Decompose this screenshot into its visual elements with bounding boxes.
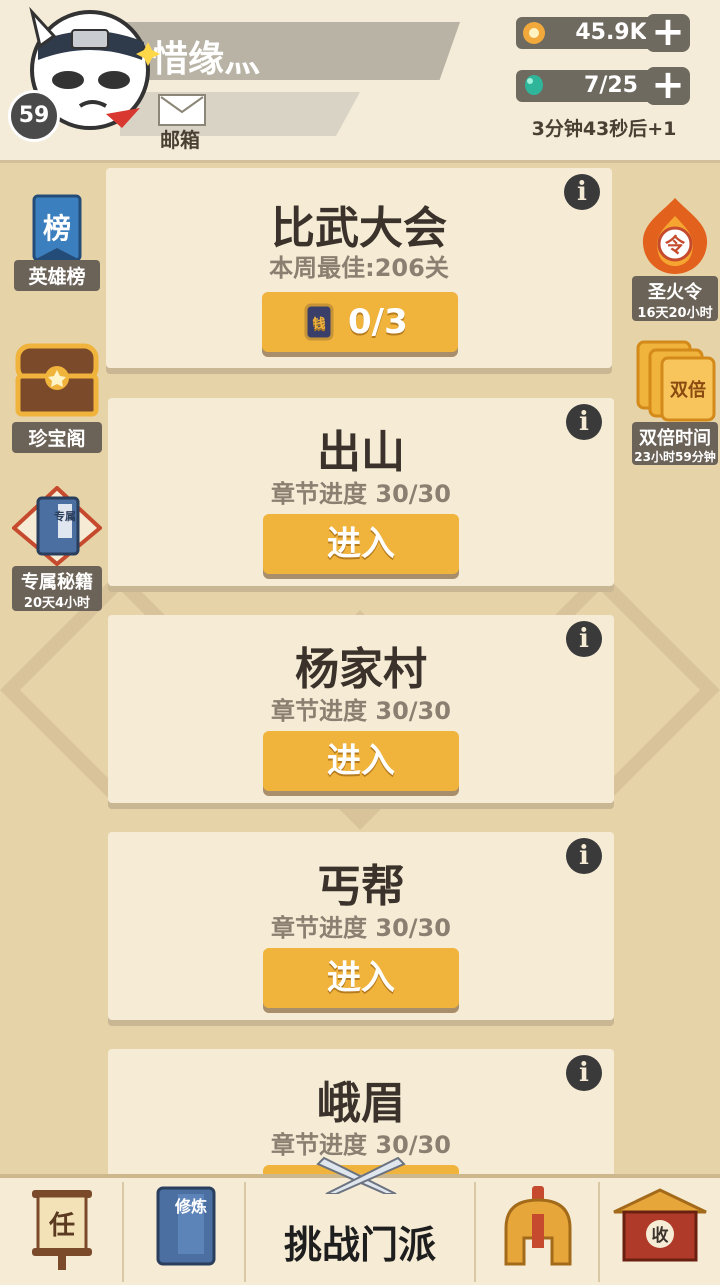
chapter-enter-button[interactable]: 进入 <box>263 514 459 574</box>
add-coins-button[interactable]: + <box>646 12 690 52</box>
cultivate-icon-text: 修炼 <box>174 1197 207 1216</box>
exclusive-manual-button[interactable]: 专属 专属秘籍 20天4小时 <box>10 485 104 612</box>
torch-icon-text: 令 <box>665 233 686 257</box>
nav-shop[interactable]: 收 <box>600 1182 720 1282</box>
envelope-icon <box>158 94 206 126</box>
exclusive-manual-timer: 20天4小时 <box>12 592 102 611</box>
chapter-card: i 出山 章节进度 30/30 进入 <box>108 398 614 586</box>
arena-tickets-count: 0/3 <box>348 302 408 342</box>
mailbox-label: 邮箱 <box>160 128 200 152</box>
nav-tasks[interactable]: 任 <box>0 1182 124 1282</box>
shop-building-icon: 收 <box>613 1188 707 1262</box>
crossed-swords-icon <box>316 1156 406 1194</box>
stamina-regen-timer: 3分钟43秒后+1 <box>531 118 677 140</box>
stamina-drop-icon <box>525 75 543 95</box>
nav-equipment[interactable] <box>476 1182 600 1282</box>
chapter-enter-button[interactable]: 进入 <box>263 948 459 1008</box>
chapter-progress: 章节进度 30/30 <box>271 914 451 942</box>
shop-icon-text: 收 <box>652 1225 669 1246</box>
chapter-title: 杨家村 <box>295 644 427 695</box>
chapter-title: 峨眉 <box>317 1078 405 1129</box>
hero-rank-button[interactable]: 榜 英雄榜 <box>14 190 100 291</box>
nav-challenge-sect[interactable]: 挑战门派 <box>246 1156 476 1282</box>
bottom-navigation: 任 修炼 挑战门派 收 <box>0 1156 720 1285</box>
level-badge: 59 <box>8 90 60 142</box>
chapter-progress: 章节进度 30/30 <box>271 697 451 725</box>
chapter-enter-button[interactable]: 进入 <box>263 731 459 791</box>
manual-book-icon: 专属 <box>10 485 104 567</box>
treasure-chest-icon <box>15 343 99 417</box>
treasure-pavilion-button[interactable]: 珍宝阁 <box>12 336 102 454</box>
ticket-icon: 钱 <box>304 303 334 341</box>
challenge-sect-label: 挑战门派 <box>283 1223 436 1267</box>
coins-resource: 45.9K + <box>516 12 692 52</box>
double-time-button[interactable]: 双倍 双倍时间 23小时59分钟 <box>632 338 718 468</box>
stamina-resource: 7/25 + <box>516 65 692 105</box>
hero-rank-icon-text: 榜 <box>43 212 71 245</box>
task-icon-text: 任 <box>48 1211 75 1241</box>
nav-cultivate[interactable]: 修炼 <box>124 1182 246 1282</box>
chapter-progress: 章节进度 30/30 <box>271 480 451 508</box>
arena-card: i 比武大会 本周最佳:206关 钱 0/3 <box>106 168 612 368</box>
manual-icon-text: 专属 <box>54 509 76 523</box>
chapter-card: i 丐帮 章节进度 30/30 进入 <box>108 832 614 1020</box>
chapter-title: 出山 <box>317 427 405 478</box>
double-icon-text: 双倍 <box>670 379 706 401</box>
player-name: 惜缘灬 <box>152 39 261 80</box>
double-cards-icon: 双倍 <box>636 340 716 422</box>
flame-token-icon: 令 <box>642 198 708 274</box>
banner-icon: 榜 <box>32 194 82 262</box>
holy-fire-token-timer: 16天20小时 <box>632 302 718 321</box>
ticket-icon-text: 钱 <box>312 316 325 332</box>
cultivate-book-icon: 修炼 <box>156 1186 216 1266</box>
helmet-icon <box>504 1186 572 1266</box>
add-stamina-button[interactable]: + <box>646 65 690 105</box>
mailbox-button[interactable]: 邮箱 <box>156 94 210 152</box>
arena-best-record: 本周最佳:206关 <box>269 254 449 282</box>
holy-fire-token-button[interactable]: 令 圣火令 16天20小时 <box>632 196 718 324</box>
arena-ticket-button[interactable]: 钱 0/3 <box>262 292 458 352</box>
top-header: 惜缘灬 邮箱 59 45.9K + 7/25 + 3分钟43秒后+1 <box>0 0 720 163</box>
hero-rank-label: 英雄榜 <box>14 260 100 291</box>
coin-icon <box>523 22 545 44</box>
chapter-title: 丐帮 <box>317 861 405 912</box>
treasure-pavilion-label: 珍宝阁 <box>12 422 102 453</box>
double-time-timer: 23小时59分钟 <box>632 448 718 465</box>
arena-title: 比武大会 <box>271 203 447 254</box>
task-scroll-icon: 任 <box>32 1190 92 1270</box>
chapter-card: i 杨家村 章节进度 30/30 进入 <box>108 615 614 803</box>
